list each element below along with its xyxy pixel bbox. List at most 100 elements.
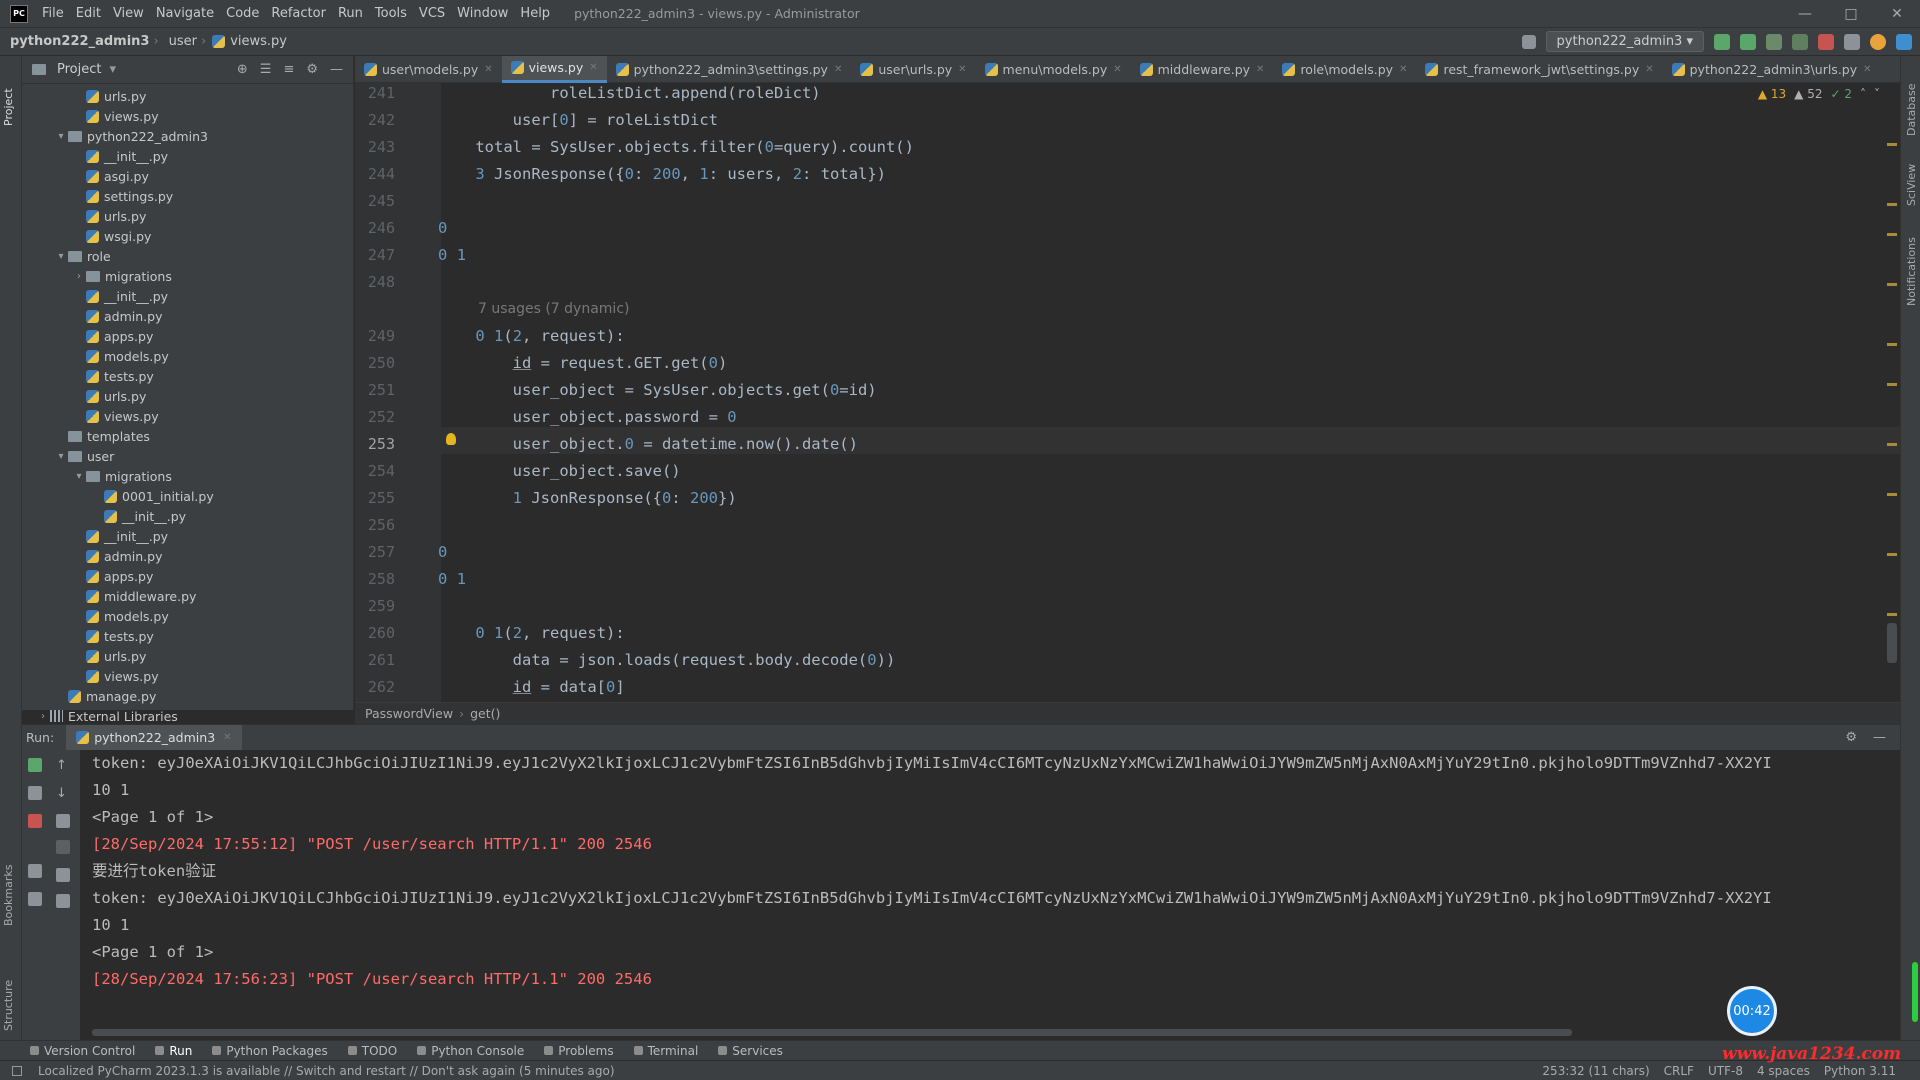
gear-icon[interactable]: ⚙ (306, 62, 318, 77)
profile-icon[interactable] (1792, 33, 1808, 50)
layout-icon[interactable] (28, 864, 42, 878)
tree-item[interactable]: ▾ role (22, 246, 353, 266)
console-horizontal-scrollbar[interactable] (92, 1029, 1572, 1036)
chevron-down-icon[interactable]: ▾ (54, 451, 68, 462)
python-interpreter[interactable]: Python 3.11 (1824, 1064, 1896, 1078)
close-tab-icon[interactable]: ✕ (589, 62, 597, 73)
chevron-down-icon[interactable]: ˅ (1874, 87, 1880, 101)
stop-icon[interactable] (28, 814, 42, 828)
pin-icon[interactable] (28, 892, 42, 906)
menu-tools[interactable]: Tools (369, 0, 413, 27)
code-line[interactable]: 257 0 (355, 538, 1885, 565)
code-line[interactable]: 245 (355, 187, 1885, 214)
code-line[interactable]: 259 (355, 592, 1885, 619)
tree-item[interactable]: templates (22, 426, 353, 446)
menu-window[interactable]: Window (451, 0, 514, 27)
rerun-icon[interactable] (1714, 33, 1730, 50)
run-console[interactable]: token: eyJ0eXAiOiJKV1QiLCJhbGciOiJIUzI1N… (80, 750, 1900, 1040)
close-tab-icon[interactable]: ✕ (1399, 64, 1407, 75)
tree-item[interactable]: urls.py (22, 386, 353, 406)
notifications-tool-button[interactable]: Notifications (1905, 237, 1918, 306)
expand-all-icon[interactable]: ☰ (260, 62, 272, 77)
tree-item[interactable]: views.py (22, 106, 353, 126)
search-icon[interactable] (1844, 33, 1860, 50)
menu-file[interactable]: File (36, 0, 70, 27)
code-line[interactable]: 251 user_object = SysUser.objects.get(0=… (355, 376, 1885, 403)
tree-item[interactable]: › migrations (22, 266, 353, 286)
maximize-icon[interactable]: □ (1828, 6, 1874, 22)
tree-item[interactable]: models.py (22, 606, 353, 626)
tree-item[interactable]: 0001_initial.py (22, 486, 353, 506)
menu-code[interactable]: Code (220, 0, 265, 27)
tree-item[interactable]: views.py (22, 406, 353, 426)
close-tab-icon[interactable]: ✕ (834, 64, 842, 75)
chevron-down-icon[interactable]: ▾ (72, 471, 86, 482)
tree-item[interactable]: urls.py (22, 86, 353, 106)
user-icon[interactable] (1521, 34, 1536, 49)
close-tab-icon[interactable]: ✕ (1113, 64, 1121, 75)
tree-item[interactable]: admin.py (22, 306, 353, 326)
tool-window-button[interactable]: Terminal (633, 1044, 698, 1058)
code-line[interactable]: 249 0 1(2, request): (355, 322, 1885, 349)
sciview-tool-button[interactable]: SciView (1905, 164, 1918, 206)
coverage-icon[interactable] (1766, 33, 1782, 50)
menu-vcs[interactable]: VCS (413, 0, 451, 27)
arrow-down-icon[interactable]: ↓ (56, 786, 70, 801)
tree-item[interactable]: wsgi.py (22, 226, 353, 246)
menu-refactor[interactable]: Refactor (265, 0, 332, 27)
tree-item[interactable]: manage.py (22, 686, 353, 706)
code-line[interactable]: 244 3 JsonResponse({0: 200, 1: users, 2:… (355, 160, 1885, 187)
code-line[interactable]: 261 data = json.loads(request.body.decod… (355, 646, 1885, 673)
chevron-down-icon[interactable]: ▾ (54, 251, 68, 262)
jetbrains-logo-icon[interactable] (1896, 33, 1912, 50)
code-line[interactable]: 258 0 1 (355, 565, 1885, 592)
line-separator[interactable]: CRLF (1664, 1064, 1694, 1078)
tool-window-button[interactable]: Version Control (30, 1044, 135, 1058)
structure-tool-button[interactable]: Structure (2, 980, 15, 1031)
breadcrumb-folder[interactable]: user (159, 34, 201, 49)
inspection-widget[interactable]: ▲ 13 ▲ 52 ✓ 2 ˄ ˅ (1758, 87, 1880, 101)
run-configuration-select[interactable]: python222_admin3 ▾ (1545, 31, 1704, 52)
database-tool-button[interactable]: Database (1905, 84, 1918, 137)
status-message[interactable]: Localized PyCharm 2023.1.3 is available … (38, 1064, 615, 1078)
tree-item[interactable]: ▾ user (22, 446, 353, 466)
code-line[interactable]: 254 user_object.save() (355, 457, 1885, 484)
tree-item[interactable]: ▾ python222_admin3 (22, 126, 353, 146)
lightbulb-icon[interactable] (446, 433, 456, 445)
tree-item[interactable]: urls.py (22, 206, 353, 226)
tree-item[interactable]: middleware.py (22, 586, 353, 606)
menu-view[interactable]: View (107, 0, 150, 27)
toggle-panels-icon[interactable] (12, 1065, 22, 1076)
chevron-down-icon[interactable]: ▾ (109, 62, 116, 77)
code-editor[interactable]: 241 roleListDict.append(roleDict) 242 use… (355, 83, 1920, 702)
code-line[interactable]: 246 0 (355, 214, 1885, 241)
code-line[interactable]: 243 total = SysUser.objects.filter(0=que… (355, 133, 1885, 160)
close-icon[interactable]: ✕ (1874, 6, 1920, 22)
breadcrumb-project[interactable]: python222_admin3 (0, 34, 153, 49)
tree-item[interactable]: ▾ migrations (22, 466, 353, 486)
tree-item[interactable]: › External Libraries (22, 706, 353, 726)
tree-item[interactable]: admin.py (22, 546, 353, 566)
tree-item[interactable]: apps.py (22, 566, 353, 586)
close-tab-icon[interactable]: ✕ (484, 64, 492, 75)
code-line[interactable]: 241 roleListDict.append(roleDict) (355, 79, 1885, 106)
file-encoding[interactable]: UTF-8 (1708, 1064, 1743, 1078)
breadcrumb-class[interactable]: PasswordView (365, 706, 453, 721)
tool-window-button[interactable]: Python Console (417, 1044, 524, 1058)
hide-icon[interactable]: — (330, 62, 343, 77)
tree-item[interactable]: urls.py (22, 646, 353, 666)
chevron-down-icon[interactable]: ▾ (54, 131, 68, 142)
stop-icon[interactable] (1818, 33, 1834, 50)
code-line[interactable]: 256 (355, 511, 1885, 538)
scroll-to-end-icon[interactable] (56, 840, 70, 854)
tree-item[interactable]: __init__.py (22, 146, 353, 166)
bookmarks-tool-button[interactable]: Bookmarks (2, 865, 15, 926)
usage-hint[interactable]: 7 usages (7 dynamic) (355, 295, 1885, 322)
tree-item[interactable]: tests.py (22, 366, 353, 386)
tool-window-button[interactable]: Problems (544, 1044, 614, 1058)
code-line[interactable]: 262 id = data[0] (355, 673, 1885, 700)
tool-window-button[interactable]: Services (718, 1044, 783, 1058)
debug-icon[interactable] (1740, 33, 1756, 50)
collapse-all-icon[interactable]: ≡ (283, 62, 294, 77)
menu-run[interactable]: Run (332, 0, 369, 27)
